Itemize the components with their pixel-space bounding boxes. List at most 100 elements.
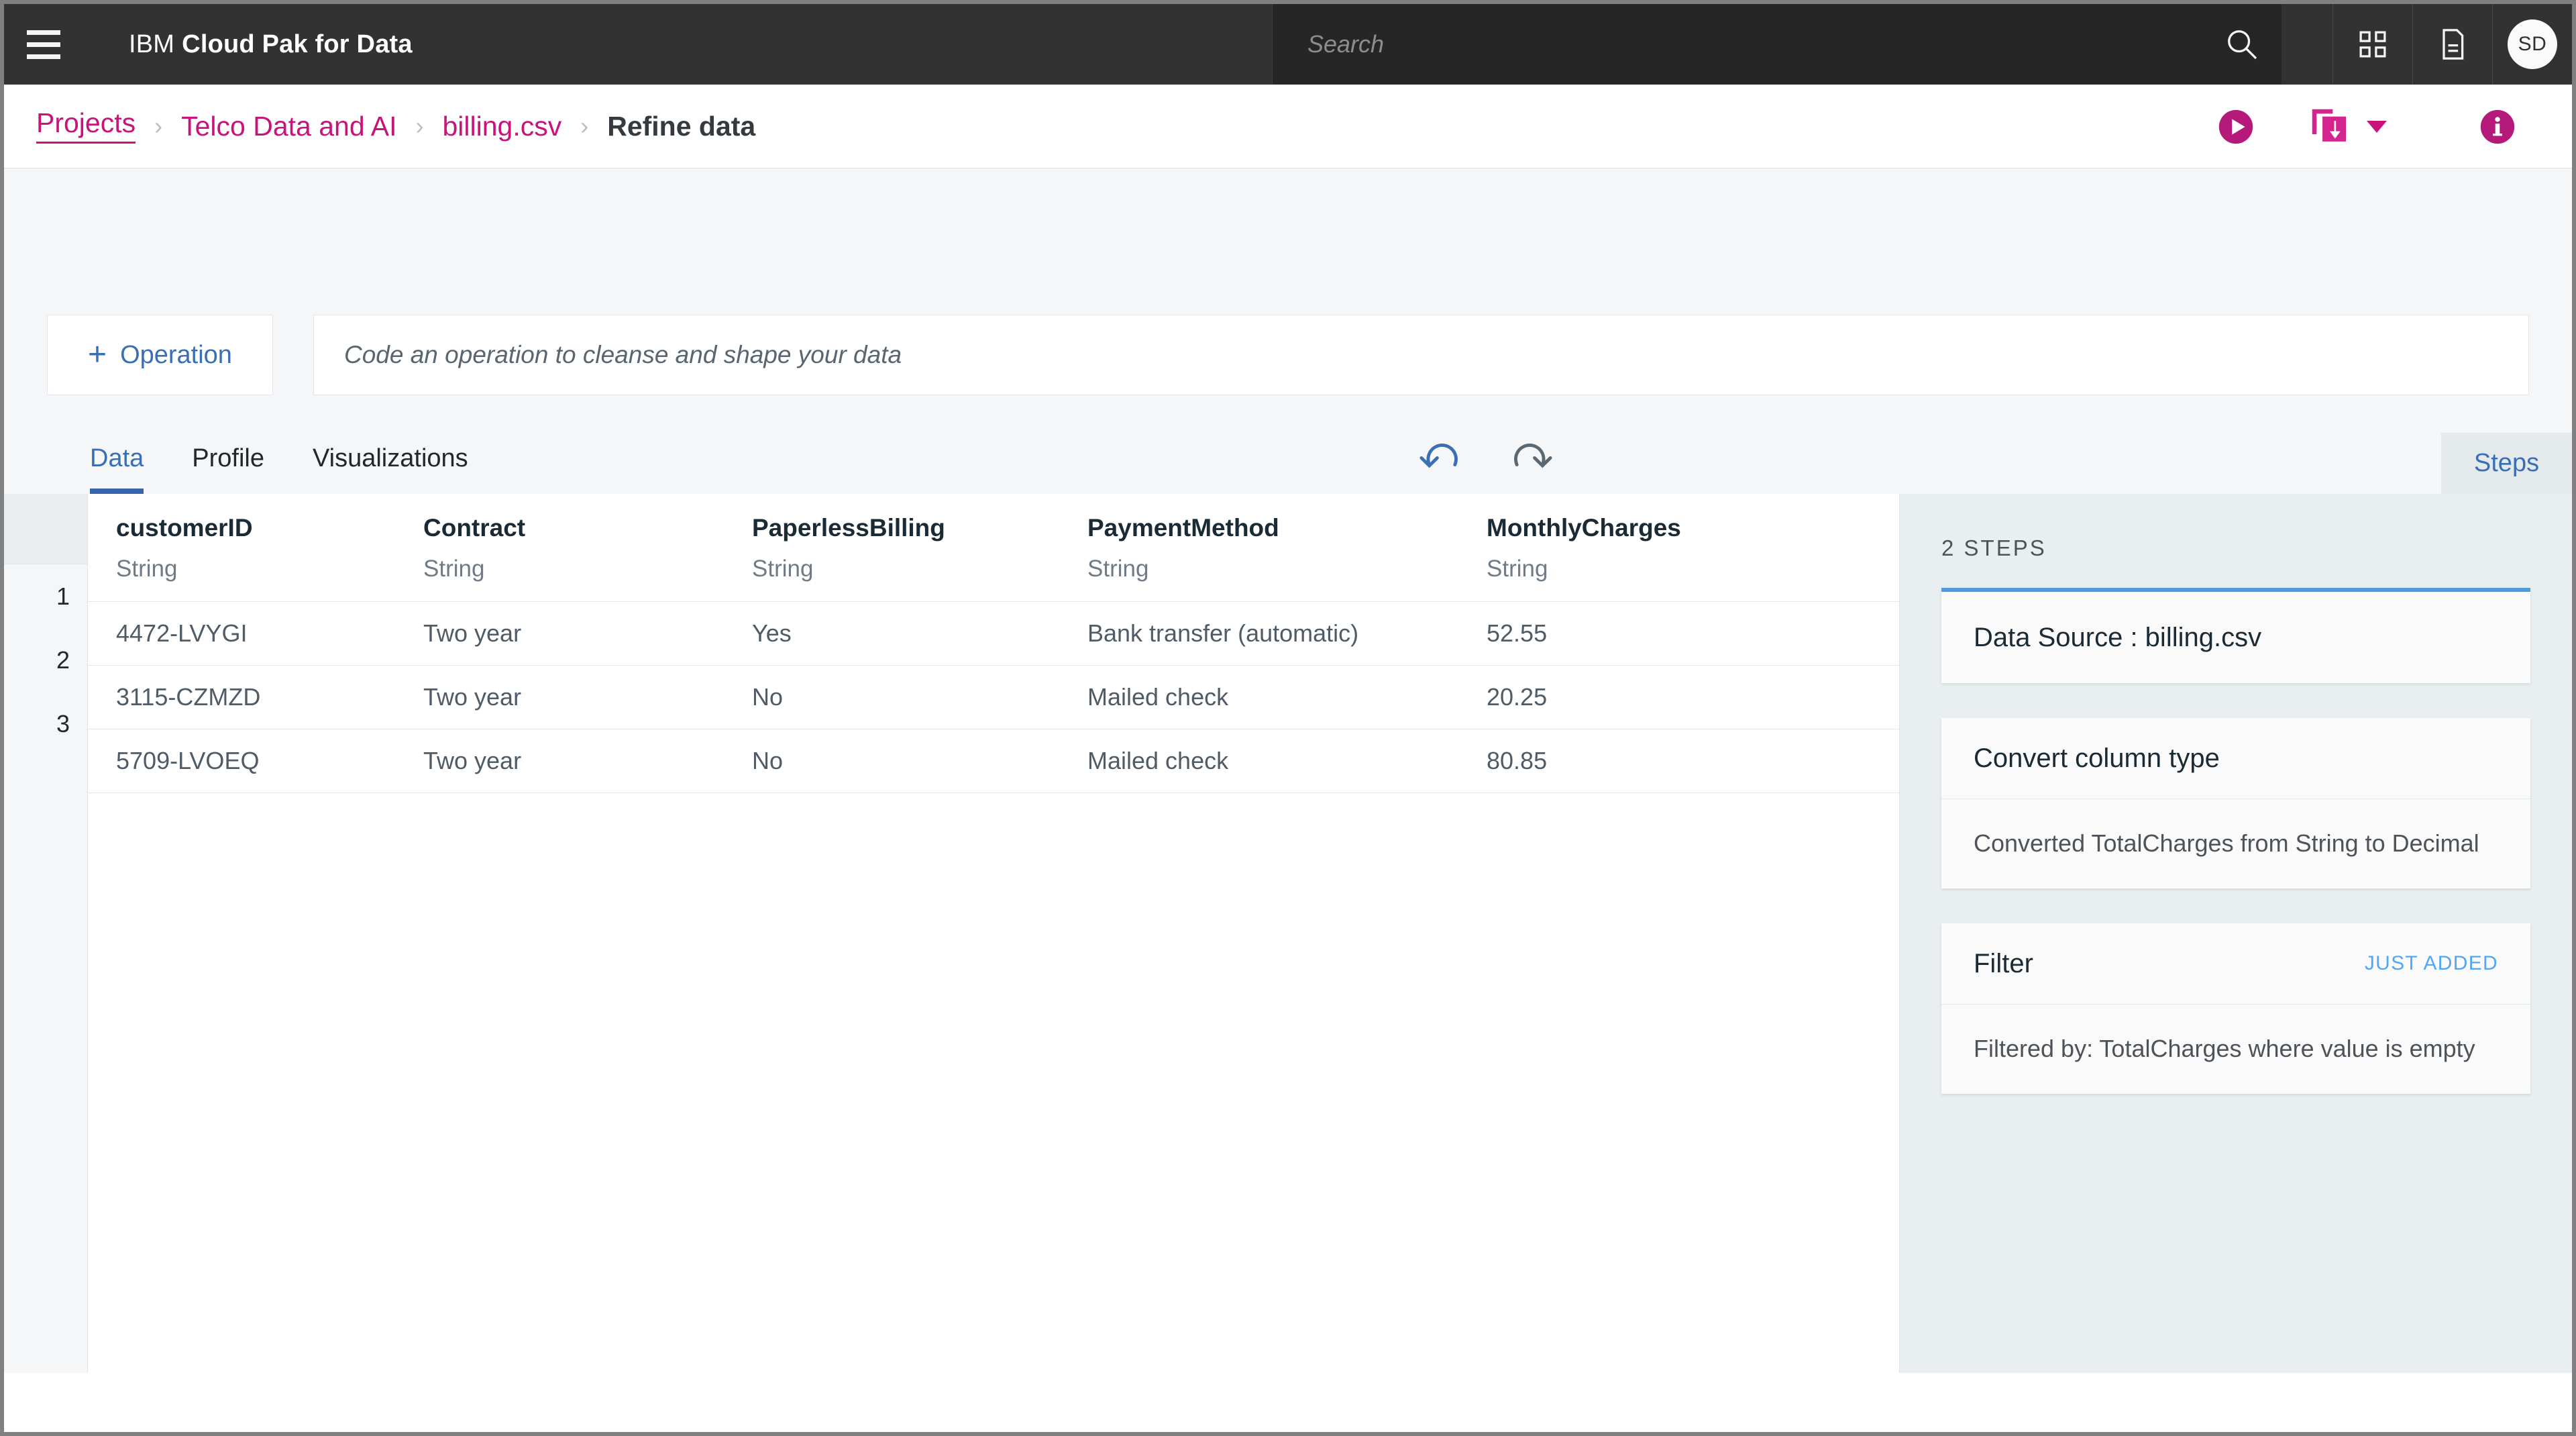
steps-toggle-label: Steps [2474,449,2539,478]
avatar-initials: SD [2508,19,2557,69]
column-type: String [752,557,1087,580]
redo-icon[interactable] [1506,432,1556,485]
view-tabs: Data Profile Visualizations [90,423,517,494]
tab-data[interactable]: Data [90,423,144,494]
cell-paperlessbilling: No [752,683,1087,711]
add-operation-label: Operation [120,342,232,368]
row-number: 1 [4,564,87,628]
cell-monthlycharges: 52.55 [1487,619,1822,648]
app-switcher-icon[interactable] [2333,4,2412,85]
search-icon[interactable] [2202,4,2282,85]
app-title-main: Cloud Pak for Data [182,30,413,59]
step-title: Data Source : billing.csv [1941,592,2530,683]
step-description: Converted TotalCharges from String to De… [1941,799,2530,888]
chevron-down-icon[interactable] [2367,121,2387,133]
breadcrumb: Projects › Telco Data and AI › billing.c… [4,109,755,144]
toggle-steps-panel-button[interactable]: Steps [2441,433,2572,494]
step-header: Filter JUST ADDED [1941,923,2530,1004]
run-job-button[interactable] [2192,106,2279,148]
avatar[interactable]: SD [2493,4,2572,85]
cell-contract: Two year [423,683,752,711]
breadcrumb-separator: › [580,114,588,138]
row-number: 3 [4,692,87,756]
table-row[interactable]: 3115-CZMZD Two year No Mailed check 20.2… [88,665,1899,729]
table-row-divider [88,792,1899,793]
cell-monthlycharges: 80.85 [1487,747,1822,775]
app-window: IBM Cloud Pak for Data [4,4,2572,1432]
row-number-header [4,494,87,564]
cell-paperlessbilling: Yes [752,619,1087,648]
steps-panel: 2 STEPS Data Source : billing.csv Conver… [1899,494,2572,1432]
table-row[interactable]: 4472-LVYGI Two year Yes Bank transfer (a… [88,601,1899,665]
refine-workspace: + Operation Data Profile Visualizations [4,168,2572,1343]
global-header: IBM Cloud Pak for Data [4,4,2572,85]
tab-visualizations[interactable]: Visualizations [313,423,468,494]
hamburger-menu-icon[interactable] [4,4,83,85]
app-title[interactable]: IBM Cloud Pak for Data [83,4,413,85]
history-controls [1416,423,1556,494]
breadcrumb-actions [2192,85,2541,168]
cell-customerid: 4472-LVYGI [88,619,423,648]
data-table-zone: 1 2 3 customerID String Contract String … [4,494,1899,1432]
column-type: String [423,557,752,580]
table-row[interactable]: 5709-LVOEQ Two year No Mailed check 80.8… [88,729,1899,792]
footer-band [4,1373,2572,1432]
hamburger-bar [27,42,60,47]
column-type: String [116,557,423,580]
breadcrumb-item-asset[interactable]: billing.csv [442,113,561,140]
save-as-button[interactable] [2279,103,2414,150]
operation-toolbar: + Operation [47,315,2529,395]
column-header-customerid[interactable]: customerID String [88,515,423,601]
cell-paymentmethod: Mailed check [1087,683,1487,711]
breadcrumb-separator: › [154,114,162,138]
cell-paymentmethod: Bank transfer (automatic) [1087,619,1487,648]
code-operation-field[interactable] [313,315,2529,395]
view-tabs-row: Data Profile Visualizations [4,423,2572,494]
status-badge: JUST ADDED [2365,954,2498,974]
column-type: String [1087,557,1487,580]
column-name: PaperlessBilling [752,515,1087,540]
data-grid-header: customerID String Contract String Paperl… [88,494,1899,601]
tab-data-label: Data [90,444,144,473]
code-operation-input[interactable] [344,341,2528,369]
cell-customerid: 5709-LVOEQ [88,747,423,775]
step-card-convert-column-type[interactable]: Convert column type Converted TotalCharg… [1941,718,2530,888]
step-card-data-source[interactable]: Data Source : billing.csv [1941,588,2530,683]
column-name: PaymentMethod [1087,515,1487,540]
tab-profile-label: Profile [192,444,264,473]
header-actions: SD [2332,4,2572,85]
step-title: Filter [1974,950,2033,977]
column-header-paymentmethod[interactable]: PaymentMethod String [1087,515,1487,601]
column-header-monthlycharges[interactable]: MonthlyCharges String [1487,515,1822,601]
breadcrumb-item-projects[interactable]: Projects [36,109,136,144]
breadcrumb-separator: › [415,114,423,138]
search-input[interactable] [1273,5,2202,84]
row-number-gutter: 1 2 3 [4,494,88,1432]
app-title-prefix: IBM [129,30,174,59]
step-header: Convert column type [1941,718,2530,799]
spacer [1900,683,2572,718]
cell-customerid: 3115-CZMZD [88,683,423,711]
steps-count-label: 2 STEPS [1900,494,2572,561]
cell-contract: Two year [423,747,752,775]
column-header-paperlessbilling[interactable]: PaperlessBilling String [752,515,1087,601]
cell-monthlycharges: 20.25 [1487,683,1822,711]
data-grid: customerID String Contract String Paperl… [88,494,1899,1432]
column-header-contract[interactable]: Contract String [423,515,752,601]
tab-profile[interactable]: Profile [192,423,264,494]
document-icon[interactable] [2413,4,2492,85]
plus-icon: + [88,339,107,371]
tab-visualizations-label: Visualizations [313,444,468,473]
information-button[interactable] [2454,106,2541,148]
page-title: Refine data [607,113,755,140]
undo-icon[interactable] [1416,432,1466,485]
spacer [1900,561,2572,588]
add-operation-button[interactable]: + Operation [47,315,273,395]
global-search[interactable] [1272,4,2282,85]
breadcrumb-item-project[interactable]: Telco Data and AI [181,113,396,140]
hamburger-bar [27,30,60,35]
step-card-filter[interactable]: Filter JUST ADDED Filtered by: TotalChar… [1941,923,2530,1094]
spacer [1900,888,2572,923]
cell-paymentmethod: Mailed check [1087,747,1487,775]
hamburger-bar [27,54,60,59]
